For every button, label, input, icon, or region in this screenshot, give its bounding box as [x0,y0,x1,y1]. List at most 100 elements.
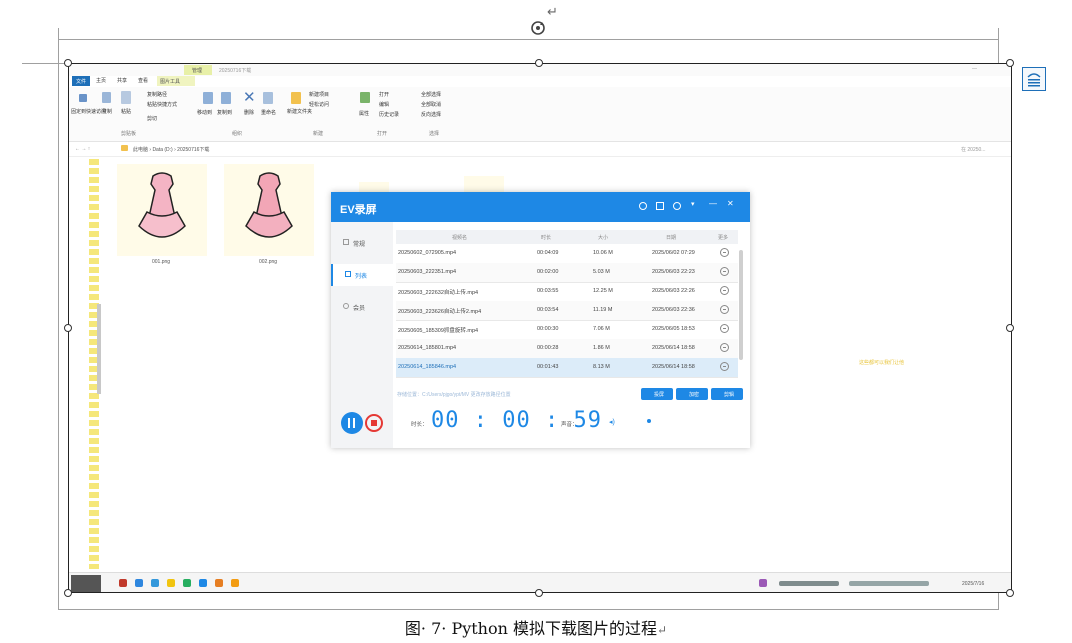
resize-handle[interactable] [64,324,72,332]
copy-to-icon[interactable] [221,92,231,104]
taskbar-app-icon[interactable] [215,579,223,587]
pin-button[interactable]: 固定到快速访问 [71,108,106,115]
properties-button[interactable]: 属性 [359,110,369,117]
ev-recorder-window[interactable]: EV录屏 ▾ — ✕ 常规 列表 会员 视频名 时长 大小 日期 更多 2025… [331,192,750,448]
encrypt-button[interactable]: 加密 [676,388,708,400]
rotate-handle-icon[interactable] [530,20,546,36]
resize-handle[interactable] [64,59,72,67]
paste-icon[interactable] [121,91,131,104]
invert-selection-button[interactable]: 反向选择 [421,111,441,118]
delete-button[interactable]: 删除 [244,109,254,116]
tab-home[interactable]: 主页 [96,77,106,84]
move-to-button[interactable]: 移动到 [197,109,212,116]
save-path-link[interactable]: 存储位置：C:/Users/pjgo/ypt/MV 更改存放路径位置 [397,391,511,398]
pause-button[interactable] [341,412,363,434]
table-row-selected[interactable]: 20250614_185846.mp4 00:01:43 8.13 M 2025/06… [396,358,738,378]
tab-view[interactable]: 查看 [138,77,148,84]
layout-options-icon[interactable] [1022,67,1046,91]
history-button[interactable]: 历史记录 [379,111,399,118]
tray-icon[interactable] [759,579,767,587]
cast-button[interactable]: 投屏 [641,388,673,400]
file-tab[interactable]: 文件 [72,76,90,86]
new-folder-button[interactable]: 新建文件夹 [287,108,312,115]
tray-icons[interactable] [779,581,839,586]
resize-handle[interactable] [1006,59,1014,67]
move-to-icon[interactable] [203,92,213,104]
more-icon[interactable] [720,343,729,352]
breadcrumb[interactable]: 此电脑 › Data (D:) › 20250716下载 [133,146,209,153]
more-icon[interactable] [720,362,729,371]
nav-scrollbar[interactable] [97,304,101,394]
new-item-button[interactable]: 新建项目 [309,91,329,98]
delete-icon[interactable]: ✕ [243,90,256,105]
copy-button[interactable]: 复制 [102,108,112,115]
new-folder-icon[interactable] [291,92,301,104]
more-icon[interactable] [720,324,729,333]
more-icon[interactable] [720,248,729,257]
taskbar-app-icon[interactable] [119,579,127,587]
table-scrollbar[interactable] [739,250,743,360]
taskbar-app-icon[interactable] [183,579,191,587]
taskbar-app-icon[interactable] [135,579,143,587]
file-thumb-003[interactable] [359,182,389,192]
copy-to-button[interactable]: 复制到 [217,109,232,116]
edit-button[interactable]: 编辑 [379,101,389,108]
screenshot-icon[interactable] [656,202,664,210]
select-all-button[interactable]: 全部选择 [421,91,441,98]
taskbar-app-icon[interactable] [199,579,207,587]
edit-video-button[interactable]: 剪辑 [711,388,743,400]
tab-share[interactable]: 共享 [117,77,127,84]
volume-icon[interactable]: ◂) [609,418,615,426]
file-thumb-002[interactable] [224,164,314,256]
tray-icons[interactable] [849,581,929,586]
more-icon[interactable] [720,305,729,314]
more-icon[interactable] [720,286,729,295]
select-none-button[interactable]: 全部取消 [421,101,441,108]
cut-button[interactable]: 剪切 [147,115,157,122]
open-button[interactable]: 打开 [379,91,389,98]
close-icon[interactable]: ✕ [727,199,734,208]
resize-handle[interactable] [1006,324,1014,332]
table-row[interactable]: 20250602_072905.mp4 00:04:09 10.06 M 2025/0… [396,244,738,264]
easy-access-button[interactable]: 轻松访问 [309,101,329,108]
sidebar-item-vip[interactable]: 会员 [331,296,393,318]
sidebar-item-general[interactable]: 常规 [331,232,393,254]
tab-picture-tools[interactable]: 图片工具 [157,76,195,86]
table-row[interactable]: 20250605_185309抓盘旋转.mp4 00:00:30 7.06 M 202… [396,320,738,340]
rename-icon[interactable] [263,92,273,104]
taskbar-app-icon[interactable] [231,579,239,587]
start-button[interactable] [71,575,101,592]
table-row[interactable]: 20250614_185801.mp4 00:00:28 1.86 M 2025/06… [396,339,738,359]
stop-button[interactable] [365,414,383,432]
table-row[interactable]: 20250603_222351.mp4 00:02:00 5.03 M 2025/06… [396,263,738,283]
embedded-screenshot[interactable]: 管理 20250716下载 — 文件 主页 共享 查看 图片工具 固定到快速访问… [68,63,1012,593]
pin-icon[interactable] [79,94,87,102]
manage-tab[interactable]: 管理 [184,65,212,75]
search-box[interactable]: 在 20250... [961,146,985,153]
minimize-button[interactable]: — [972,66,977,72]
taskbar-app-icon[interactable] [151,579,159,587]
resize-handle[interactable] [535,589,543,597]
record-settings-icon[interactable] [639,202,647,210]
open-group-label: 打开 [377,131,388,137]
table-row[interactable]: 20250603_222632自动上传.mp4 00:03:55 12.25 M 20… [396,282,738,302]
taskbar-app-icon[interactable] [167,579,175,587]
more-icon[interactable] [720,267,729,276]
resize-handle[interactable] [535,59,543,67]
sidebar-item-list[interactable]: 列表 [331,264,395,286]
copy-path-button[interactable]: 复制路径 [147,91,167,98]
file-thumb-004[interactable] [464,176,504,192]
properties-icon[interactable] [360,92,370,103]
resize-handle[interactable] [64,589,72,597]
rename-button[interactable]: 重命名 [261,109,276,116]
gear-icon[interactable] [673,202,681,210]
resize-handle[interactable] [1006,589,1014,597]
table-row[interactable]: 20250603_223626自动上传2.mp4 00:03:54 11.19 M2… [396,301,738,321]
copy-icon[interactable] [102,92,111,103]
nav-back-icon[interactable]: ← → ↑ [75,146,90,152]
paste-shortcut-button[interactable]: 粘贴快捷方式 [147,101,177,108]
dropdown-icon[interactable]: ▾ [691,200,695,208]
paste-button[interactable]: 粘贴 [121,108,131,115]
file-thumb-001[interactable] [117,164,207,256]
minimize-icon[interactable]: — [709,199,717,208]
